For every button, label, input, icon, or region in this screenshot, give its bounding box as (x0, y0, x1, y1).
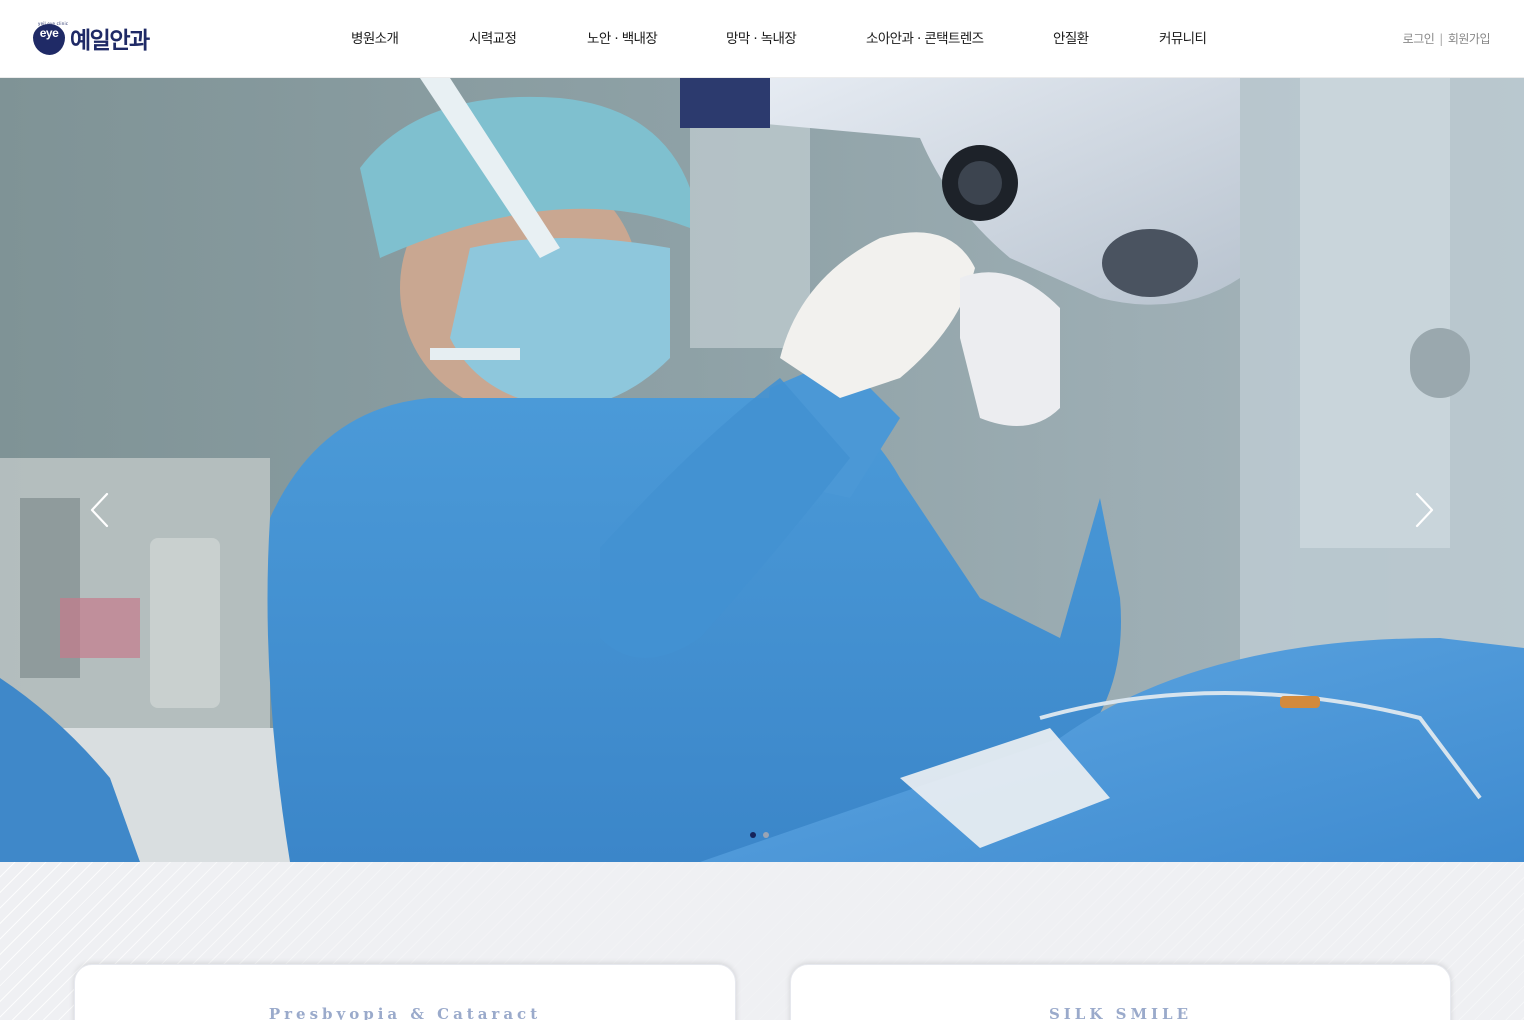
site-header: yeil eye clinic eye 예일안과 병원소개 시력교정 노안 · … (0, 0, 1524, 78)
nav-item-vision-correction[interactable]: 시력교정 (469, 29, 517, 49)
slider-pagination (750, 832, 776, 838)
logo-mark-text: eye (39, 26, 59, 40)
slider-prev-button[interactable] (85, 488, 115, 532)
util-separator: | (1439, 31, 1443, 46)
nav-item-pediatric-contact-lens[interactable]: 소아안과 · 콘택트렌즈 (866, 29, 984, 49)
nav-item-eye-disease[interactable]: 안질환 (1053, 29, 1089, 49)
slider-dot-1[interactable] (750, 832, 756, 838)
logo-text: 예일안과 (70, 28, 150, 54)
slider-dot-2[interactable] (763, 832, 769, 838)
site-logo[interactable]: yeil eye clinic eye 예일안과 (33, 20, 150, 56)
nav-item-presbyopia-cataract[interactable]: 노안 · 백내장 (587, 29, 658, 49)
hero-slider (0, 78, 1524, 862)
nav-item-about[interactable]: 병원소개 (351, 29, 399, 49)
card-title: Presbyopia & Cataract (268, 1005, 542, 1020)
signup-link[interactable]: 회원가입 (1448, 30, 1491, 47)
card-title: SILK SMILE (1048, 1005, 1193, 1020)
login-link[interactable]: 로그인 (1403, 30, 1435, 47)
card-silk-smile[interactable]: SILK SMILE (790, 964, 1451, 1020)
logo-eye-icon: yeil eye clinic eye (33, 21, 68, 55)
chevron-right-icon (1415, 492, 1434, 528)
utility-links: 로그인 | 회원가입 (1403, 30, 1491, 47)
nav-item-retina-glaucoma[interactable]: 망막 · 녹내장 (726, 29, 797, 49)
slider-next-button[interactable] (1409, 488, 1439, 532)
hero-slide-image (0, 78, 1524, 862)
chevron-left-icon (90, 492, 109, 528)
card-presbyopia-cataract[interactable]: Presbyopia & Cataract (74, 964, 736, 1020)
nav-item-community[interactable]: 커뮤니티 (1159, 29, 1207, 49)
